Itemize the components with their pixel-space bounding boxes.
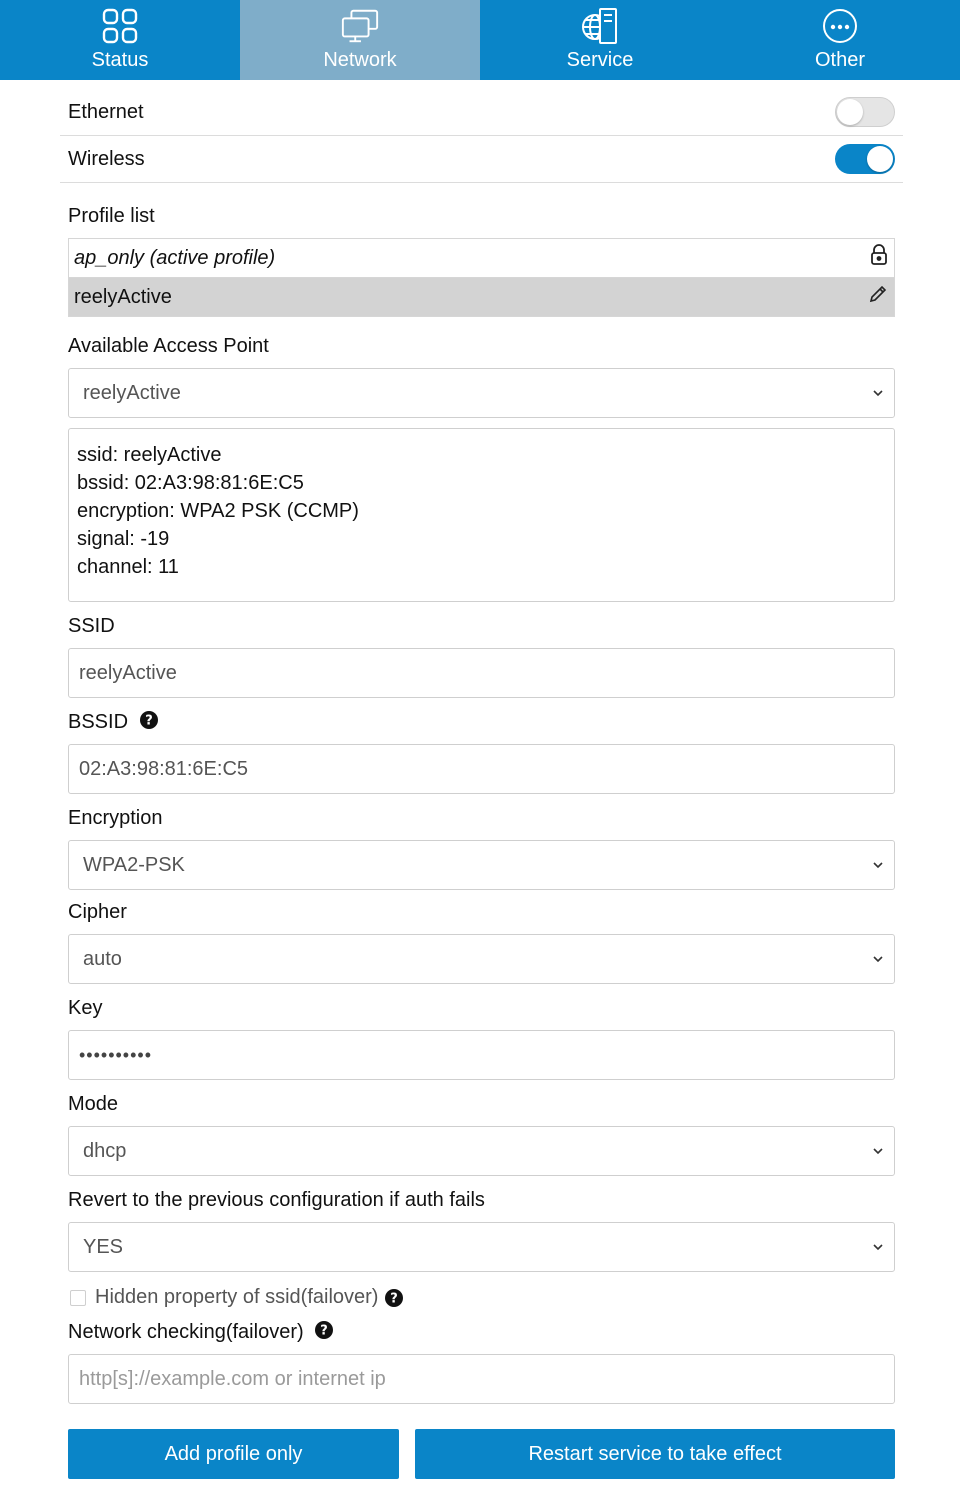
cipher-value: auto: [83, 947, 122, 970]
encryption-value: WPA2-PSK: [83, 853, 185, 876]
profile-item-name: reelyActive: [74, 285, 172, 308]
access-point-info: ssid: reelyActive bssid: 02:A3:98:81:6E:…: [68, 428, 895, 602]
globe-server-icon: [580, 6, 620, 46]
key-input[interactable]: ••••••••••: [68, 1030, 895, 1080]
tab-network-label: Network: [323, 49, 397, 71]
tab-network[interactable]: Network: [240, 0, 480, 80]
info-encryption: encryption: WPA2 PSK (CCMP): [77, 500, 359, 522]
access-point-label: Available Access Point: [68, 335, 269, 357]
bssid-label: BSSID ?: [68, 710, 158, 735]
tab-other[interactable]: Other: [720, 0, 960, 80]
top-nav: Status Network Service Other: [0, 0, 960, 80]
profile-item-reelyactive[interactable]: reelyActive: [69, 278, 894, 316]
add-profile-button[interactable]: Add profile only: [68, 1429, 399, 1479]
ssid-label: SSID: [68, 615, 115, 637]
mode-label: Mode: [68, 1093, 119, 1115]
cipher-label: Cipher: [68, 901, 127, 923]
bssid-value: 02:A3:98:81:6E:C5: [79, 757, 249, 780]
profile-list: ap_only (active profile) reelyActive: [68, 238, 895, 317]
svg-text:?: ?: [391, 1291, 399, 1306]
help-icon[interactable]: ?: [315, 1320, 334, 1345]
key-value: ••••••••••: [79, 1044, 153, 1065]
netcheck-label: Network checking(failover) ?: [68, 1320, 334, 1345]
toggle-knob: [867, 146, 893, 172]
tab-other-label: Other: [814, 49, 866, 71]
netcheck-input[interactable]: http[s]://example.com or internet ip: [68, 1354, 895, 1404]
hidden-ssid-checkbox[interactable]: [70, 1289, 86, 1306]
revert-select[interactable]: YES: [68, 1222, 895, 1272]
info-signal: signal: -19: [77, 528, 170, 550]
access-point-select[interactable]: reelyActive: [68, 368, 895, 418]
revert-value: YES: [83, 1235, 124, 1258]
encryption-label: Encryption: [68, 807, 163, 829]
wireless-row: Wireless: [60, 136, 903, 183]
access-point-value: reelyActive: [83, 381, 181, 404]
bssid-label-text: BSSID: [68, 711, 129, 733]
chevron-down-icon: [872, 1145, 884, 1157]
cipher-select[interactable]: auto: [68, 934, 895, 984]
ssid-value: reelyActive: [79, 661, 177, 684]
profile-item-name: ap_only (active profile): [74, 246, 276, 269]
toggle-knob: [837, 99, 863, 125]
chevron-down-icon: [872, 387, 884, 399]
key-label: Key: [68, 997, 103, 1019]
svg-text:?: ?: [145, 713, 153, 728]
ellipsis-circle-icon: [820, 6, 860, 46]
ethernet-toggle[interactable]: [835, 97, 895, 127]
info-ssid: ssid: reelyActive: [77, 444, 222, 466]
profile-item-ap-only[interactable]: ap_only (active profile): [69, 239, 894, 278]
tab-status[interactable]: Status: [0, 0, 240, 80]
svg-text:?: ?: [320, 1323, 328, 1338]
restart-service-button[interactable]: Restart service to take effect: [415, 1429, 895, 1479]
netcheck-placeholder: http[s]://example.com or internet ip: [79, 1367, 386, 1390]
profile-list-label: Profile list: [68, 205, 155, 227]
chevron-down-icon: [872, 1241, 884, 1253]
help-icon[interactable]: ?: [139, 710, 158, 735]
chevron-down-icon: [872, 953, 884, 965]
ssid-input[interactable]: reelyActive: [68, 648, 895, 698]
grid-icon: [100, 6, 140, 46]
netcheck-label-text: Network checking(failover): [68, 1321, 304, 1343]
mode-select[interactable]: dhcp: [68, 1126, 895, 1176]
encryption-select[interactable]: WPA2-PSK: [68, 840, 895, 890]
chevron-down-icon: [872, 859, 884, 871]
help-icon[interactable]: ?: [385, 1288, 404, 1307]
info-bssid: bssid: 02:A3:98:81:6E:C5: [77, 472, 304, 494]
wireless-toggle[interactable]: [835, 144, 895, 174]
ethernet-label: Ethernet: [68, 100, 144, 123]
pencil-icon[interactable]: [868, 284, 888, 310]
bssid-input[interactable]: 02:A3:98:81:6E:C5: [68, 744, 895, 794]
hidden-ssid-row: Hidden property of ssid(failover) ?: [68, 1286, 404, 1309]
info-channel: channel: 11: [77, 556, 179, 578]
revert-label: Revert to the previous configuration if …: [68, 1189, 485, 1211]
tab-service-label: Service: [566, 49, 634, 71]
mode-value: dhcp: [83, 1139, 127, 1162]
tab-service[interactable]: Service: [480, 0, 720, 80]
hidden-ssid-label: Hidden property of ssid(failover): [95, 1286, 379, 1308]
monitors-icon: [340, 6, 380, 46]
tab-status-label: Status: [91, 49, 149, 71]
lock-icon: [870, 244, 888, 272]
wireless-label: Wireless: [68, 147, 145, 170]
ethernet-row: Ethernet: [60, 89, 903, 136]
